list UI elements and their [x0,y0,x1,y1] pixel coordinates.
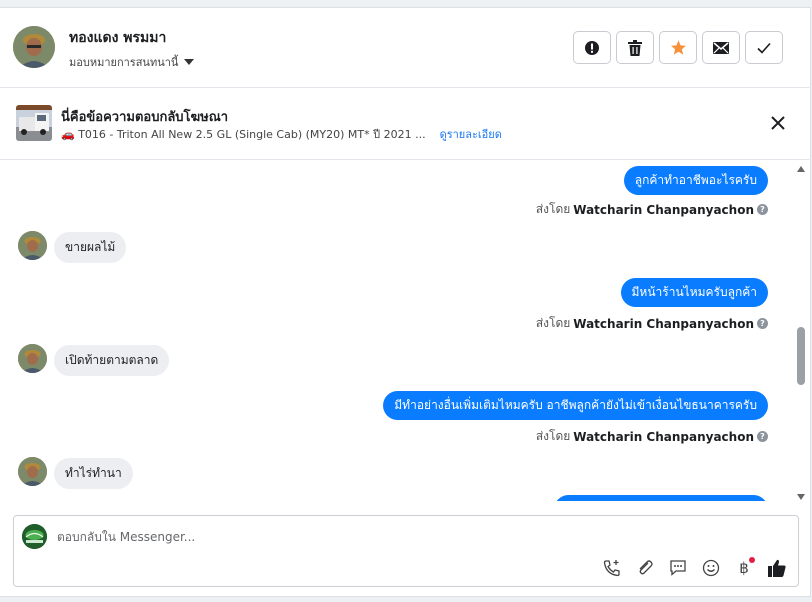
message-input[interactable] [57,526,757,548]
ad-thumbnail[interactable] [16,105,52,141]
help-icon[interactable]: ? [757,431,768,442]
chevron-down-icon [184,59,195,65]
reply-composer: ฿ [13,515,799,587]
delete-button[interactable] [616,31,654,64]
emoji-button[interactable] [700,557,722,579]
assign-conversation-dropdown[interactable]: มอบหมายการสนทนานี้ [69,53,195,71]
ad-reply-title: นี่คือข้อความตอบกลับโฆษณา [61,110,229,125]
message-scrollbar[interactable] [794,160,808,506]
outgoing-message: มีหน้าร้านไหมครับลูกค้า [620,278,768,307]
assign-label: มอบหมายการสนทนานี้ [69,56,179,69]
phone-add-icon [603,560,620,577]
notification-dot [749,557,755,563]
saved-replies-button[interactable] [667,557,689,579]
conversation-panel: ทองแดง พรมมา มอบหมายการสนทนานี้ นี่คือข้… [0,7,811,597]
contact-avatar[interactable] [13,26,55,68]
sent-by-label: ส่งโดย [535,316,571,330]
contact-avatar[interactable] [18,457,47,486]
spam-button[interactable] [573,31,611,64]
trash-icon [628,39,642,56]
mark-done-button[interactable] [745,31,783,64]
scroll-down-arrow-icon[interactable] [797,494,805,500]
message-list[interactable]: ลูกค้าทำอาชีพอะไรครับ ส่งโดย Watcharin C… [0,160,795,501]
star-icon [670,40,686,55]
help-icon[interactable]: ? [757,318,768,329]
scrollbar-thumb[interactable] [797,327,805,385]
sender-name: Watcharin Chanpanyachon [573,316,754,331]
call-button[interactable] [601,557,623,579]
close-icon [771,116,785,130]
incoming-message: ขายผลไม้ [54,232,127,263]
emoji-icon [702,559,720,577]
outgoing-message: ลูกค้าทำอาชีพอะไรครับ [623,166,768,195]
page-avatar [22,524,47,549]
ad-description: 🚗 T016 - Triton All New 2.5 GL (Single C… [61,128,426,141]
ad-reply-banner: นี่คือข้อความตอบกลับโฆษณา 🚗 T016 - Trito… [0,88,811,160]
contact-avatar[interactable] [18,344,47,373]
alert-circle-icon [585,40,599,55]
like-button[interactable] [766,557,788,579]
saved-reply-icon [670,560,686,576]
contact-avatar[interactable] [18,231,47,260]
contact-name: ทองแดง พรมมา [69,30,167,46]
ad-details-link[interactable]: ดูรายละเอียด [440,125,502,143]
outgoing-message-partial [554,495,768,501]
outgoing-message: มีทำอย่างอื่นเพิ่มเติมไหมครับ อาชีพลูกค้… [383,391,768,420]
header-actions [573,31,783,64]
attach-button[interactable] [634,557,656,579]
sent-by-line: ส่งโดย Watcharin Chanpanyachon ? [536,314,768,333]
paperclip-icon [639,560,653,575]
checkmark-icon [757,42,771,54]
mark-unread-button[interactable] [702,31,740,64]
sent-by-label: ส่งโดย [535,429,571,443]
close-ad-banner-button[interactable] [769,114,787,132]
sent-by-line: ส่งโดย Watcharin Chanpanyachon ? [536,427,768,446]
payment-button[interactable]: ฿ [733,557,755,579]
incoming-message: เปิดท้ายตามตลาด [54,345,170,376]
ad-description-row: 🚗 T016 - Triton All New 2.5 GL (Single C… [61,125,502,143]
conversation-header: ทองแดง พรมมา มอบหมายการสนทนานี้ [0,8,811,88]
incoming-message: ทำไร่ทำนา [54,458,133,489]
star-button[interactable] [659,31,697,64]
sent-by-label: ส่งโดย [535,202,571,216]
sender-name: Watcharin Chanpanyachon [573,429,754,444]
help-icon[interactable]: ? [757,204,768,215]
envelope-icon [713,41,729,54]
baht-payment-icon: ฿ [739,559,749,577]
composer-tools: ฿ [601,557,788,579]
sent-by-line: ส่งโดย Watcharin Chanpanyachon ? [536,200,768,219]
thumbs-up-icon [768,559,786,577]
sender-name: Watcharin Chanpanyachon [573,202,754,217]
scroll-up-arrow-icon[interactable] [797,166,805,172]
